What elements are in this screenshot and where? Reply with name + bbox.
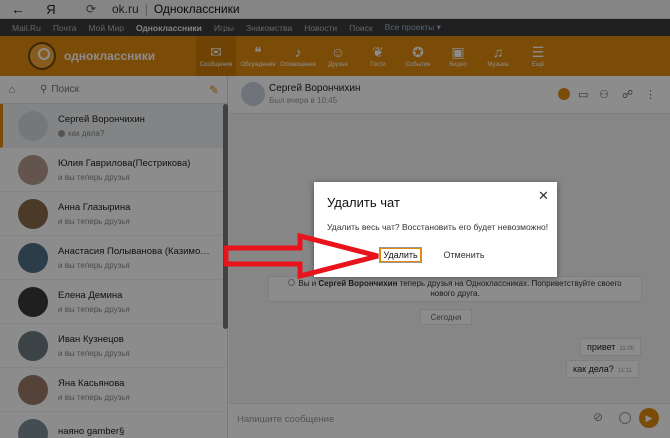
cancel-button[interactable]: Отменить — [439, 247, 489, 263]
dialog-text: Удалить весь чат? Восстановить его будет… — [327, 222, 549, 232]
delete-chat-dialog: Удалить чат ✕ Удалить весь чат? Восстано… — [314, 182, 557, 277]
dialog-title: Удалить чат — [327, 195, 400, 210]
close-icon[interactable]: ✕ — [538, 188, 549, 204]
delete-button[interactable]: Удалить — [379, 247, 422, 263]
